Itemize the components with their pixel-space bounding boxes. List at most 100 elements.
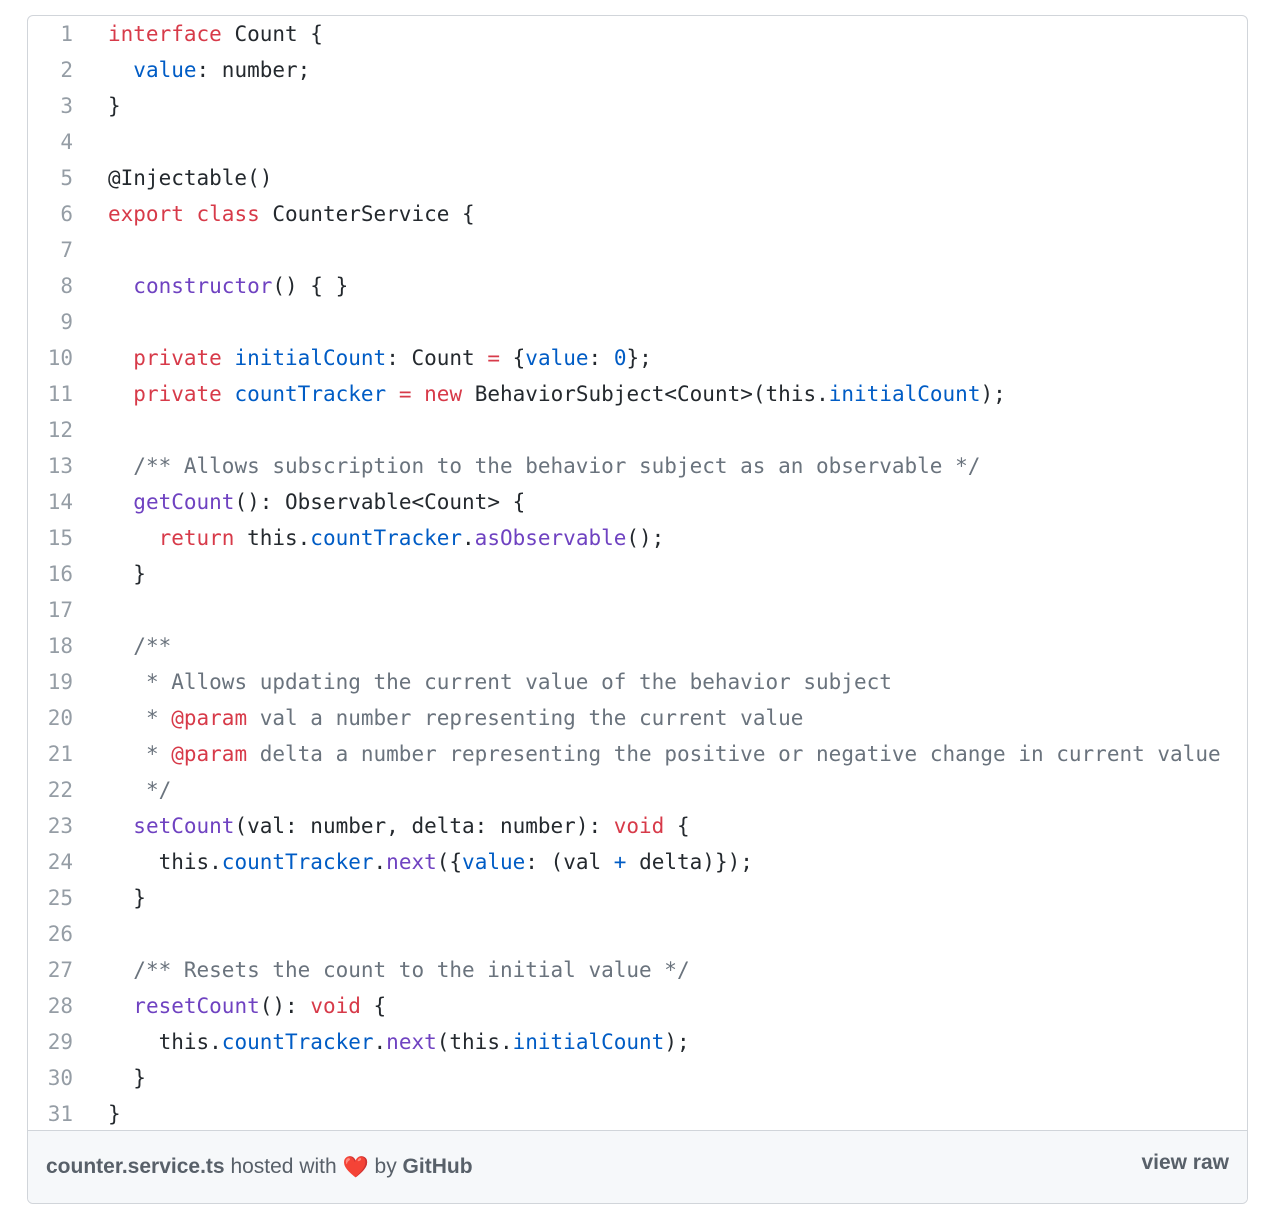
line-number[interactable]: 21 <box>28 736 73 772</box>
code-text: } <box>108 1060 146 1096</box>
line-number[interactable]: 1 <box>28 16 73 52</box>
line-number[interactable]: 31 <box>28 1096 73 1132</box>
code-token: (this. <box>436 1030 513 1054</box>
code-line: 21 * @param delta a number representing … <box>28 736 1247 772</box>
line-number[interactable]: 25 <box>28 880 73 916</box>
line-number[interactable]: 22 <box>28 772 73 808</box>
code-line: 5 @Injectable() <box>28 160 1247 196</box>
line-number[interactable]: 26 <box>28 916 73 952</box>
line-number[interactable]: 5 <box>28 160 73 196</box>
code-token: () { } <box>272 274 349 298</box>
code-token: */ <box>145 778 172 802</box>
code-line: 19 * Allows updating the current value o… <box>28 664 1247 700</box>
line-number[interactable]: 16 <box>28 556 73 592</box>
line-number[interactable]: 23 <box>28 808 73 844</box>
code-token: @param <box>171 706 248 730</box>
line-number[interactable]: 3 <box>28 88 73 124</box>
line-number[interactable]: 11 <box>28 376 73 412</box>
line-number[interactable]: 18 <box>28 628 73 664</box>
code-text: } <box>108 880 146 916</box>
code-text: * @param val a number representing the c… <box>108 700 803 736</box>
code-line: 13 /** Allows subscription to the behavi… <box>28 448 1247 484</box>
line-number[interactable]: 6 <box>28 196 73 232</box>
code-line: 25 } <box>28 880 1247 916</box>
code-line: 27 /** Resets the count to the initial v… <box>28 952 1247 988</box>
line-number[interactable]: 10 <box>28 340 73 376</box>
code-text: getCount(): Observable<Count> { <box>108 484 525 520</box>
line-number[interactable]: 2 <box>28 52 73 88</box>
code-token: Count { <box>221 22 323 46</box>
code-token: initialCount <box>234 346 387 370</box>
code-token: interface <box>108 22 222 46</box>
code-token: = <box>487 346 500 370</box>
code-token: + <box>613 850 627 874</box>
code-token: } <box>108 94 121 118</box>
line-number[interactable]: 7 <box>28 232 73 268</box>
line-number[interactable]: 28 <box>28 988 73 1024</box>
code-token: val a number representing the current va… <box>247 706 804 730</box>
line-number[interactable]: 30 <box>28 1060 73 1096</box>
code-token: }; <box>626 346 652 370</box>
code-text: value: number; <box>108 52 310 88</box>
code-token: void <box>310 994 361 1018</box>
code-line: 16 } <box>28 556 1247 592</box>
code-token: * Allows updating the current value of t… <box>145 670 892 694</box>
code-token: ); <box>664 1030 690 1054</box>
code-text: return this.countTracker.asObservable(); <box>108 520 665 556</box>
code-token: BehaviorSubject<Count>(this. <box>462 382 829 406</box>
code-token: : <box>588 346 614 370</box>
line-number[interactable]: 20 <box>28 700 73 736</box>
code-line: 2 value: number; <box>28 52 1247 88</box>
code-view: 1 interface Count {2 value: number; 3} 4 5 @I… <box>28 16 1247 1133</box>
line-number[interactable]: 14 <box>28 484 73 520</box>
line-number[interactable]: 19 <box>28 664 73 700</box>
line-number[interactable]: 12 <box>28 412 73 448</box>
code-line: 22 */ <box>28 772 1247 808</box>
code-token: (): Observable<Count> { <box>234 490 526 514</box>
gist-embed: 1 interface Count {2 value: number; 3} 4 5 @I… <box>27 15 1248 1204</box>
line-number[interactable]: 27 <box>28 952 73 988</box>
code-token: this. <box>108 1030 222 1054</box>
code-line: 6 export class CounterService { <box>28 196 1247 232</box>
filename-link[interactable]: counter.service.ts <box>46 1155 225 1178</box>
line-number[interactable]: 9 <box>28 304 73 340</box>
code-token: this. <box>108 850 222 874</box>
code-token: : (val <box>525 850 614 874</box>
code-line: 9 <box>28 304 1247 340</box>
code-token: @param <box>171 742 248 766</box>
line-number[interactable]: 8 <box>28 268 73 304</box>
code-token: asObservable <box>474 526 627 550</box>
code-line: 23 setCount(val: number, delta: number):… <box>28 808 1247 844</box>
code-text: private initialCount: Count = {value: 0}… <box>108 340 652 376</box>
view-raw-link[interactable]: view raw <box>1141 1149 1229 1177</box>
github-link[interactable]: GitHub <box>403 1155 473 1178</box>
code-line: 26 <box>28 916 1247 952</box>
line-number[interactable]: 15 <box>28 520 73 556</box>
code-text: export class CounterService { <box>108 196 475 232</box>
code-token: 0 <box>613 346 627 370</box>
line-number[interactable]: 13 <box>28 448 73 484</box>
line-number[interactable]: 29 <box>28 1024 73 1060</box>
code-text: @Injectable() <box>108 160 272 196</box>
code-token: export <box>108 202 184 226</box>
line-number[interactable]: 17 <box>28 592 73 628</box>
code-token: /** <box>133 634 172 658</box>
code-token: } <box>108 1066 146 1090</box>
code-token: getCount <box>133 490 235 514</box>
line-number[interactable]: 4 <box>28 124 73 160</box>
gist-meta: counter.service.ts hosted with ❤️ by Git… <box>46 1153 473 1181</box>
line-number[interactable]: 24 <box>28 844 73 880</box>
code-token: delta)}); <box>626 850 753 874</box>
code-token: ); <box>980 382 1006 406</box>
code-token: value <box>525 346 589 370</box>
code-text: private countTracker = new BehaviorSubje… <box>108 376 1006 412</box>
